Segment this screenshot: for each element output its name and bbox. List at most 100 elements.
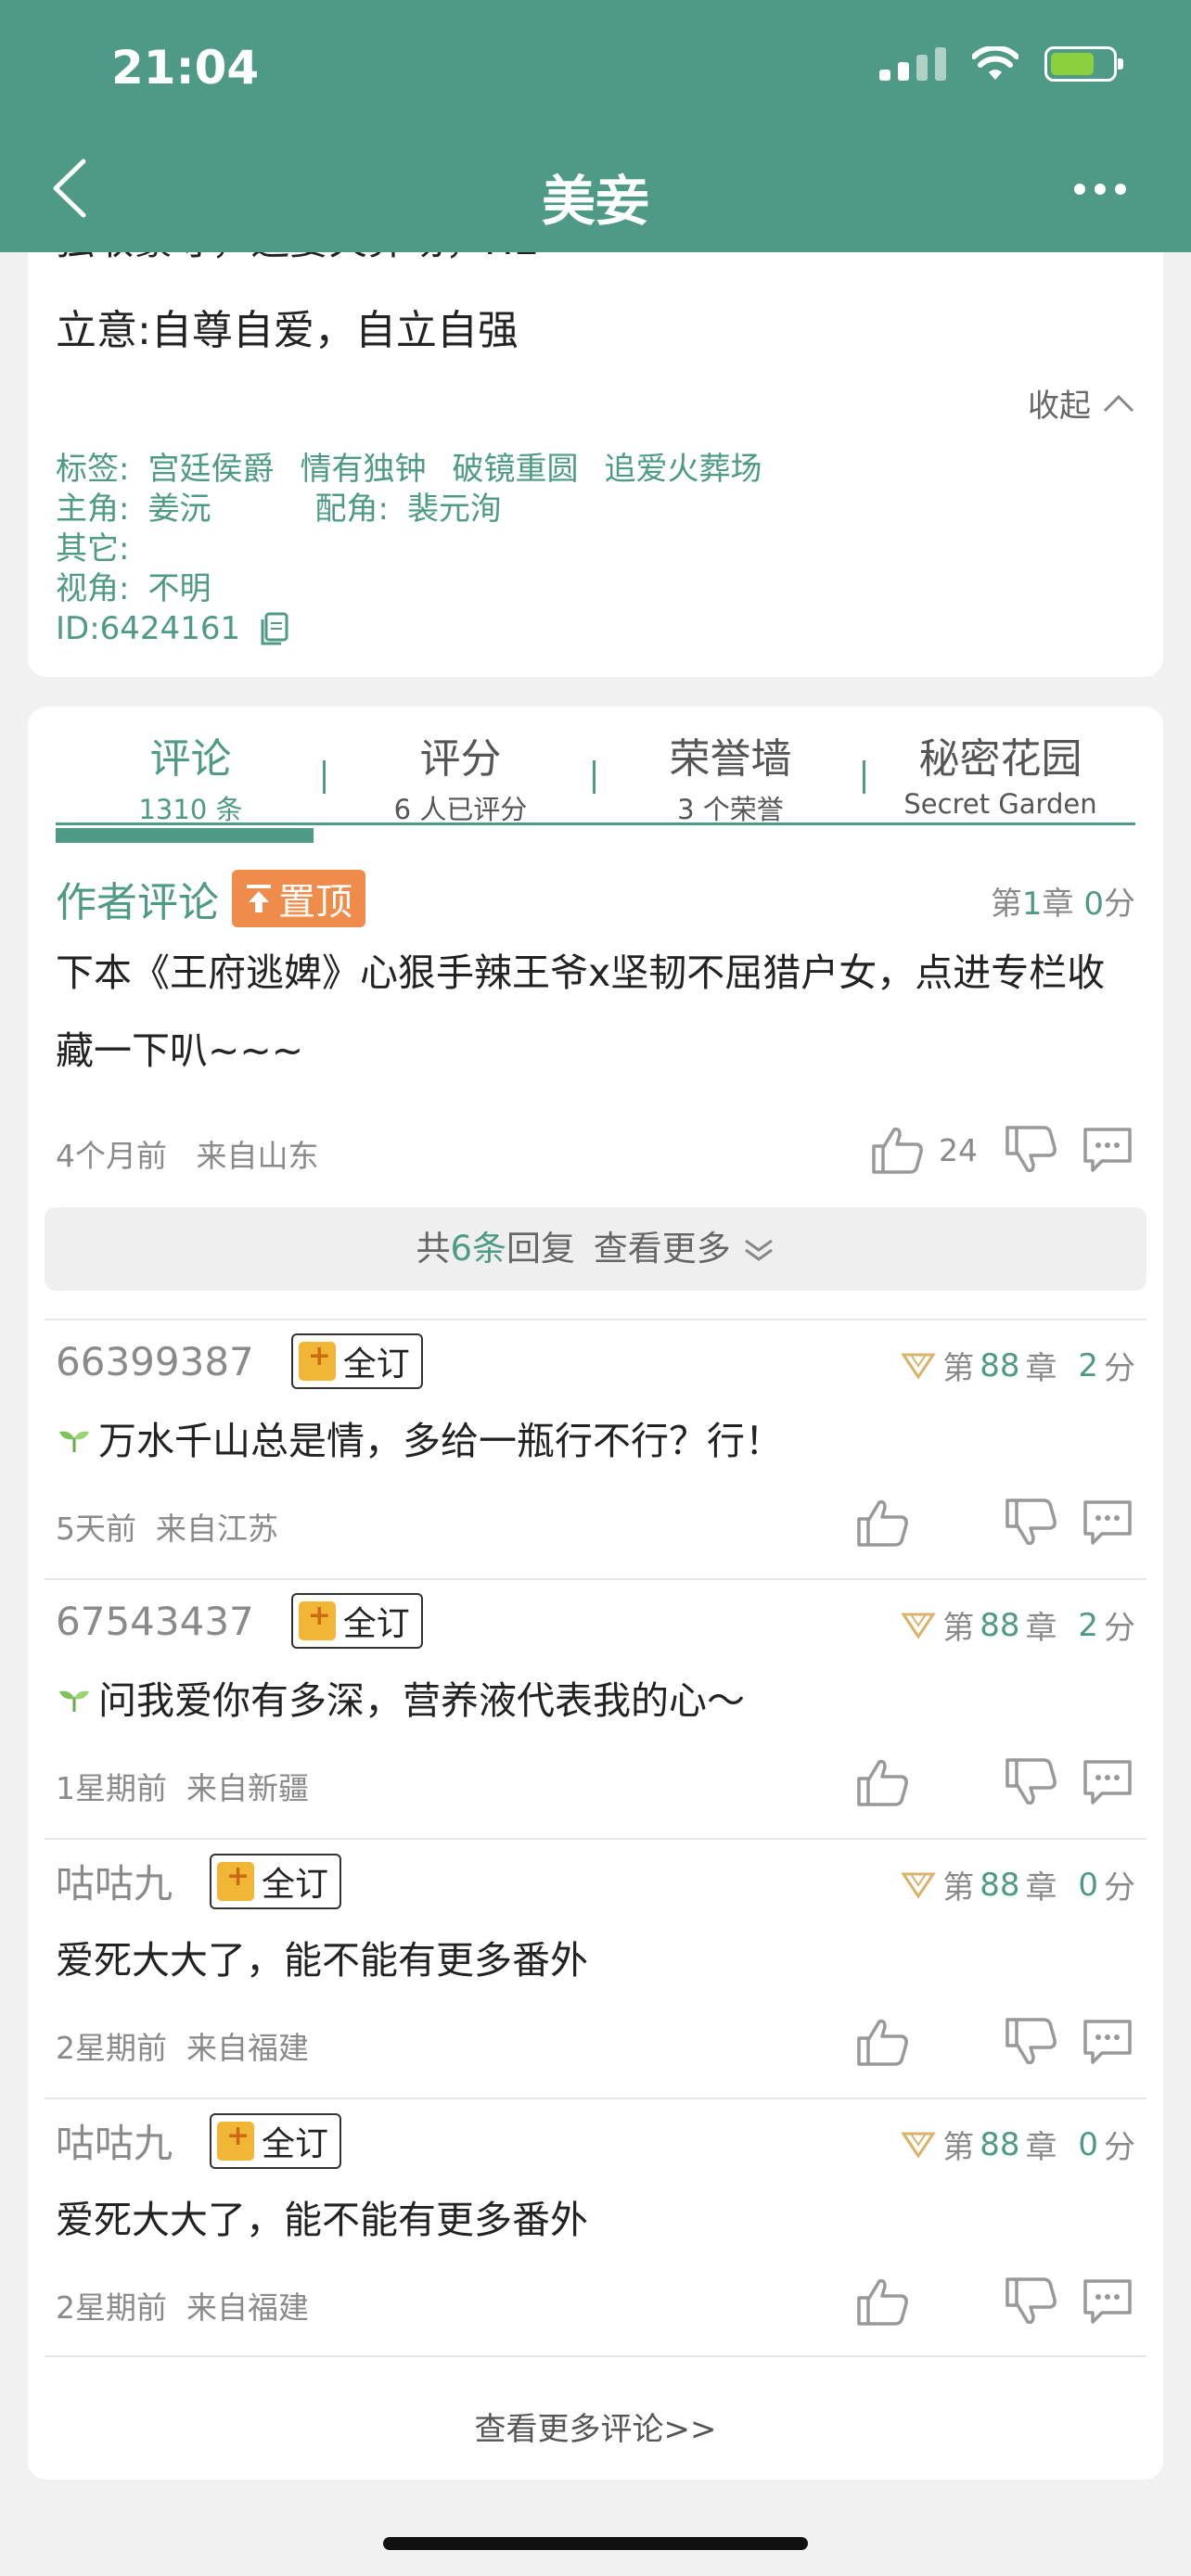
author-comment-label: 作者评论 — [56, 879, 219, 926]
comment-time: 4个月前 — [56, 1138, 167, 1174]
comment-body: 爱死大大了，能不能有更多番外 — [56, 2198, 588, 2242]
tags-row: 标签: 宫廷侯爵 情有独钟 破镜重圆 追爱火葬场 — [56, 450, 769, 490]
thumbs-down-icon[interactable] — [1004, 2016, 1059, 2068]
home-indicator — [383, 2537, 808, 2550]
pinned-label: 置顶 — [278, 881, 352, 924]
full-subscription-badge: 全订 — [210, 2112, 342, 2169]
id-row: ID:6424161 — [56, 609, 769, 649]
book-intent: 立意:自尊自爱，自立自强 — [56, 307, 519, 354]
comment-chapter: 第 88 章 2分 — [900, 1343, 1135, 1388]
divider — [45, 2355, 1146, 2357]
tab-secret-garden[interactable]: 秘密花园 Secret Garden — [865, 725, 1135, 820]
tab-title: 秘密花园 — [918, 735, 1082, 783]
sprout-icon — [59, 1690, 89, 1712]
thumbs-down-icon[interactable] — [1004, 1497, 1059, 1549]
tab-ratings[interactable]: 评分 6 人已评分 — [326, 725, 596, 825]
reply-icon[interactable] — [1080, 1756, 1135, 1808]
comment-location: 来自江苏 — [155, 1511, 278, 1547]
cellular-signal-icon — [879, 47, 946, 81]
thumbs-down-icon[interactable] — [1004, 2276, 1059, 2327]
subscription-icon — [298, 1600, 336, 1640]
support-label: 配角: — [314, 491, 389, 528]
comment-location: 来自福建 — [186, 2030, 309, 2066]
comment-chapter: 第 88 章 2分 — [900, 1602, 1135, 1648]
tag[interactable]: 破镜重圆 — [452, 450, 578, 490]
full-subscription-badge: 全订 — [210, 1853, 342, 1909]
book-id: ID:6424161 — [56, 610, 241, 647]
copy-icon[interactable] — [259, 612, 290, 647]
comment-username[interactable]: 67543437 — [56, 1599, 254, 1644]
tab-subtitle: 6 人已评分 — [393, 794, 528, 825]
chevron-up-icon — [1103, 394, 1134, 412]
pin-top-icon — [247, 885, 271, 912]
lead-value: 姜沅 — [147, 491, 211, 528]
comment-time: 1星期前 — [56, 1770, 167, 1806]
tab-title: 评论 — [149, 735, 232, 783]
roles-row: 主角: 姜沅 配角: 裴元洵 — [56, 490, 769, 529]
thumbs-up-icon[interactable] — [855, 2016, 911, 2068]
comments-card: 评论 1310 条 评分 6 人已评分 荣誉墙 3 个荣誉 秘密花园 Secre… — [28, 707, 1163, 2480]
status-icons — [879, 46, 1123, 82]
comment-location: 来自新疆 — [186, 1770, 309, 1806]
comment-chapter: 第 88 章 0分 — [900, 2122, 1135, 2167]
more-comments-link[interactable]: 查看更多评论>> — [28, 2404, 1163, 2449]
tab-honor-wall[interactable]: 荣誉墙 3 个荣誉 — [596, 725, 865, 825]
full-subscription-badge: 全订 — [290, 1593, 423, 1649]
comment-location: 来自山东 — [196, 1138, 319, 1174]
author-comment-header: 作者评论 置顶 — [56, 869, 365, 928]
support-value: 裴元洵 — [406, 491, 502, 528]
subscription-icon — [217, 2120, 255, 2161]
comment-item: 咕咕九 全订 第88章 0分 爱死大大了，能不能有更多番外 2星期前 来自福建 — [56, 1840, 1135, 2098]
collapse-button[interactable]: 收起 — [1028, 380, 1135, 426]
battery-icon — [1044, 46, 1123, 82]
comment-time: 5天前 — [56, 1511, 136, 1547]
thumbs-up-icon[interactable] — [855, 1497, 911, 1549]
reply-icon[interactable] — [1080, 2276, 1135, 2327]
comment-body: 问我爱你有多深，营养液代表我的心～ — [56, 1669, 745, 1725]
lead-label: 主角: — [56, 491, 130, 528]
tag[interactable]: 追爱火葬场 — [604, 450, 762, 490]
page-title: 美妾 — [541, 170, 649, 233]
reply-icon[interactable] — [1080, 1124, 1135, 1176]
pov-label: 视角: — [56, 570, 130, 607]
more-options-button[interactable] — [1074, 184, 1126, 195]
tab-subtitle: Secret Garden — [903, 788, 1097, 820]
thumbs-up-icon[interactable] — [855, 2276, 911, 2327]
collapse-label: 收起 — [1028, 388, 1091, 425]
comment-item: 咕咕九 全订 第88章 0分 爱死大大了，能不能有更多番外 2星期前 来自福建 — [56, 2099, 1135, 2357]
book-info-card: 独取豪夺，追妻火葬场，HE 立意:自尊自爱，自立自强 收起 标签: 宫廷侯爵 情… — [28, 223, 1163, 677]
subscription-icon — [298, 1340, 336, 1381]
tag[interactable]: 宫廷侯爵 — [147, 450, 274, 490]
tab-subtitle: 3 个荣誉 — [677, 794, 784, 825]
tag[interactable]: 情有独钟 — [300, 450, 426, 490]
tab-bar: 评论 1310 条 评分 6 人已评分 荣誉墙 3 个荣誉 秘密花园 Secre… — [56, 725, 1135, 825]
comment-body: 爱死大大了，能不能有更多番外 — [56, 1938, 588, 1983]
comment-username[interactable]: 咕咕九 — [56, 2112, 173, 2169]
thumbs-down-icon[interactable] — [1004, 1124, 1059, 1176]
thumbs-up-icon[interactable] — [870, 1124, 926, 1176]
thumbs-up-icon[interactable] — [855, 1756, 911, 1808]
diamond-icon — [901, 2132, 937, 2159]
tab-comments[interactable]: 评论 1310 条 — [56, 725, 326, 825]
tab-title: 评分 — [419, 735, 502, 783]
other-row: 其它: — [56, 529, 769, 569]
other-label: 其它: — [56, 530, 130, 567]
diamond-icon — [901, 1613, 937, 1639]
reply-icon[interactable] — [1080, 1497, 1135, 1549]
comment-location: 来自福建 — [186, 2289, 309, 2326]
reply-icon[interactable] — [1080, 2016, 1135, 2068]
tab-subtitle: 1310 条 — [138, 794, 243, 825]
sprout-icon — [59, 1431, 89, 1452]
author-comment-chapter: 第1章 0分 — [990, 886, 1135, 923]
view-replies-button[interactable]: 共6条回复 查看更多 — [45, 1207, 1146, 1291]
thumbs-down-icon[interactable] — [1004, 1756, 1059, 1808]
tags-label: 标签: — [56, 451, 130, 488]
tab-underline — [56, 823, 1135, 825]
comment-time: 2星期前 — [56, 2030, 167, 2066]
tab-title: 荣誉墙 — [669, 735, 792, 783]
comment-username[interactable]: 咕咕九 — [56, 1853, 173, 1909]
like-count: 24 — [939, 1131, 978, 1168]
wifi-icon — [972, 46, 1018, 80]
subscription-icon — [217, 1860, 255, 1901]
comment-username[interactable]: 66399387 — [56, 1339, 254, 1384]
